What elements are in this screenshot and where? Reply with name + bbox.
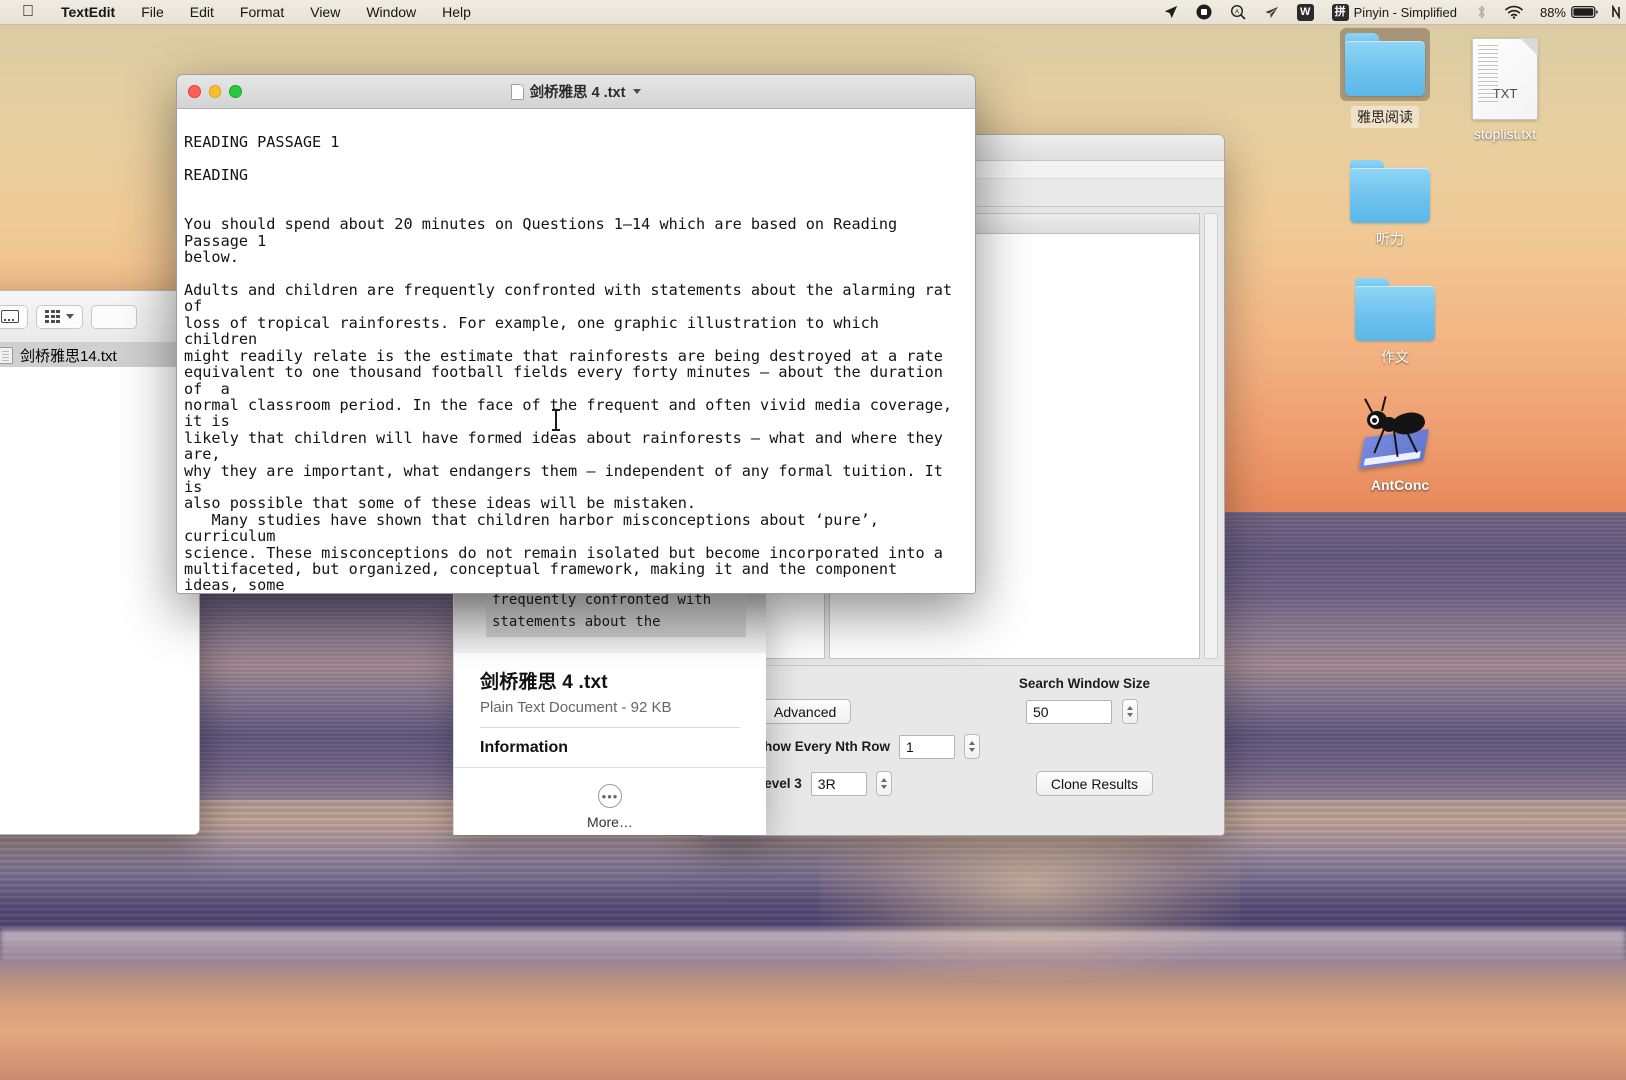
window-controls[interactable] — [177, 85, 242, 98]
desktop-icon-antconc[interactable]: AntConc — [1345, 395, 1455, 494]
input-method-label[interactable]: Pinyin - Simplified — [1351, 5, 1467, 20]
search-window-size-label: Search Window Size — [1018, 676, 1150, 691]
wallpaper-sand — [0, 960, 1626, 1080]
window-title: 剑桥雅思 4 .txt — [177, 81, 975, 102]
menu-file[interactable]: File — [128, 0, 177, 25]
desktop-icon-zuowen[interactable]: 作文 — [1340, 278, 1450, 368]
desktop-icon-label: 作文 — [1381, 349, 1409, 365]
show-every-nth-row-input[interactable]: 1 — [899, 734, 956, 759]
battery-icon[interactable] — [1571, 5, 1608, 19]
folder-icon — [1340, 28, 1430, 101]
show-every-nth-row-label: Show Every Nth Row — [755, 739, 891, 754]
menu-edit[interactable]: Edit — [177, 0, 227, 25]
show-every-nth-row-stepper[interactable] — [964, 734, 981, 759]
desktop-icon-stoplist[interactable]: TXT stoplist.txt — [1450, 38, 1560, 143]
menu-window[interactable]: Window — [353, 0, 429, 25]
level3-input[interactable]: 3R — [810, 771, 867, 796]
divider — [480, 727, 740, 728]
apple-logo-icon[interactable]:  — [0, 1, 48, 23]
screen-record-stop-icon[interactable] — [1187, 4, 1221, 20]
menu-format[interactable]: Format — [227, 0, 297, 25]
text-document-icon — [0, 346, 13, 364]
level3-stepper[interactable] — [875, 771, 892, 796]
finder-toolbar — [0, 291, 199, 343]
more-label: More… — [587, 814, 633, 830]
antconc-app-icon — [1357, 395, 1443, 471]
window-title-text: 剑桥雅思 4 .txt — [529, 85, 626, 101]
finder-column-preview[interactable]: 剑桥雅思14.txt — [0, 343, 199, 834]
list-item[interactable]: 剑桥雅思14.txt — [0, 343, 199, 367]
folder-icon — [1350, 160, 1430, 223]
textedit-window[interactable]: 剑桥雅思 4 .txt READING PASSAGE 1 READING Yo… — [176, 74, 976, 594]
ellipsis-circle-icon: ••• — [598, 784, 622, 808]
view-mode-segmented-control[interactable] — [0, 304, 28, 329]
desktop-icon-label: stoplist.txt — [1473, 126, 1537, 142]
quicklook-info-popover[interactable]: Adults and children are frequently confr… — [453, 585, 766, 835]
desktop-icon-yasiyuedu[interactable]: 雅思阅读 — [1330, 28, 1440, 128]
wps-glyph: W — [1296, 3, 1314, 21]
text-cursor-ibeam — [552, 409, 560, 431]
chevron-down-icon — [66, 314, 74, 319]
finder-window[interactable]: AntConc corpora csbox.mp4 Mandari-CCL…ti… — [0, 290, 200, 835]
location-arrow-icon[interactable] — [1155, 5, 1187, 19]
macos-menu-bar[interactable]:  TextEdit File Edit Format View Window … — [0, 0, 1626, 25]
pinyin-glyph: 拼 — [1331, 3, 1349, 21]
file-name: 剑桥雅思14.txt — [20, 347, 117, 365]
quicklook-section-title: Information — [480, 739, 568, 756]
close-button[interactable] — [188, 85, 201, 98]
document-icon — [510, 83, 524, 100]
results-scrollbar[interactable] — [1204, 213, 1218, 659]
telegram-send-icon[interactable] — [1255, 5, 1288, 20]
input-method-icon[interactable]: 拼 — [1323, 3, 1351, 21]
antconc-controls-panel: ex Search Window Size Advanced 50 Show E… — [701, 665, 1224, 835]
wifi-icon[interactable] — [1496, 5, 1532, 19]
battery-percent-label: 88% — [1539, 4, 1566, 20]
svg-text:A: A — [1235, 10, 1239, 16]
desktop-icon-tingli[interactable]: 听力 — [1335, 160, 1445, 250]
desktop-icon-label: 雅思阅读 — [1351, 106, 1419, 128]
spotlight-search-icon[interactable]: A — [1221, 4, 1255, 20]
folder-icon — [1355, 278, 1435, 341]
zoom-button[interactable] — [229, 85, 242, 98]
desktop-icon-label: 听力 — [1376, 231, 1404, 247]
menu-view[interactable]: View — [297, 0, 353, 25]
minimize-button[interactable] — [208, 85, 221, 98]
quicklook-file-name: 剑桥雅思 4 .txt — [480, 672, 608, 693]
document-body-text: READING PASSAGE 1 READING You should spe… — [184, 133, 953, 594]
desktop-icon-label: AntConc — [1370, 477, 1430, 493]
action-menu-button[interactable] — [91, 304, 137, 329]
group-by-button[interactable] — [36, 304, 83, 329]
notification-center-icon[interactable] — [1608, 5, 1624, 19]
quicklook-file-meta: Plain Text Document - 92 KB — [480, 699, 672, 716]
textedit-titlebar[interactable]: 剑桥雅思 4 .txt — [177, 75, 975, 109]
chevron-down-icon[interactable] — [633, 89, 642, 94]
menu-help[interactable]: Help — [429, 0, 484, 25]
bluetooth-icon[interactable] — [1467, 4, 1496, 20]
search-window-size-input[interactable]: 50 — [1026, 699, 1112, 724]
gallery-view-icon[interactable] — [0, 305, 27, 328]
advanced-button[interactable]: Advanced — [759, 699, 852, 724]
text-editor-area[interactable]: READING PASSAGE 1 READING You should spe… — [177, 109, 975, 594]
group-by-icon — [45, 310, 60, 323]
text-file-icon: TXT — [1472, 38, 1538, 120]
quicklook-more-button[interactable]: ••• More… — [454, 767, 766, 830]
clone-results-button[interactable]: Clone Results — [1035, 771, 1153, 796]
menu-app-name[interactable]: TextEdit — [48, 0, 128, 25]
search-window-size-stepper[interactable] — [1122, 699, 1138, 724]
quicklook-preview: Adults and children are frequently confr… — [454, 585, 766, 653]
wps-office-icon[interactable]: W — [1288, 3, 1323, 21]
